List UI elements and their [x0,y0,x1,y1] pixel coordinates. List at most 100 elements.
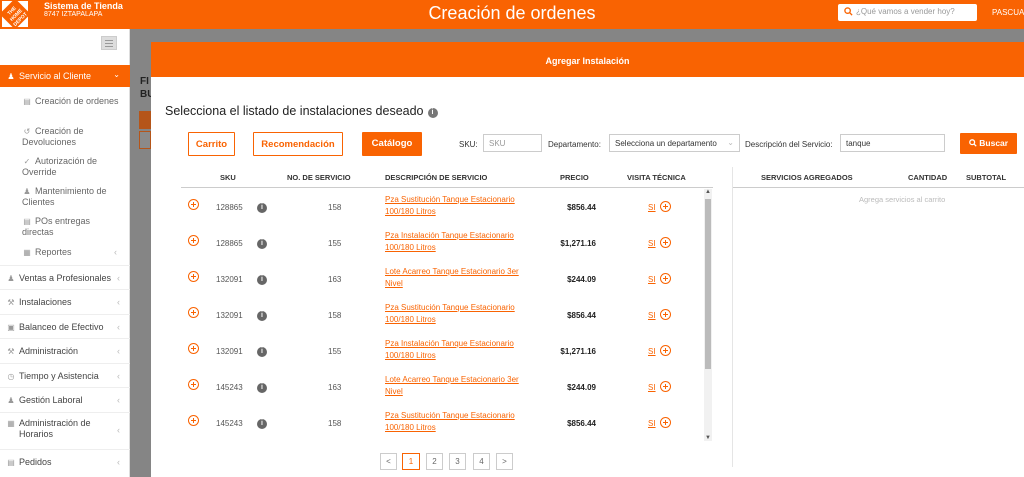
pagination-prev[interactable]: < [380,453,397,470]
info-icon[interactable]: i [257,383,267,393]
chevron-down-icon: ⌄ [727,138,734,147]
sidebar-item-tiempo[interactable]: ◷ Tiempo y Asistencia ‹ [0,363,130,387]
background-button [139,131,151,149]
add-to-cart-icon[interactable] [188,343,199,354]
pagination-page-4[interactable]: 4 [473,453,490,470]
column-header-precio: PRECIO [560,173,589,182]
service-number-cell: 163 [328,275,342,284]
visita-tecnica-link[interactable]: SI [648,275,656,284]
service-description-link[interactable]: Pza Sustitución Tanque Estacionario 100/… [385,302,530,326]
scrollbar-thumb[interactable] [705,199,711,369]
table-row: 145243 i 158 Pza Sustitución Tanque Estacio… [181,405,711,441]
add-to-cart-icon[interactable] [188,271,199,282]
add-visit-icon[interactable] [660,381,671,392]
price-cell: $856.44 [567,203,596,212]
service-description-link[interactable]: Lote Acarreo Tanque Estacionario 3er Niv… [385,374,530,398]
info-icon[interactable]: i [257,203,267,213]
table-row: 132091 i 158 Pza Sustitución Tanque Estacio… [181,297,711,333]
column-header-cantidad: CANTIDAD [908,173,948,182]
visita-tecnica-link[interactable]: SI [648,383,656,392]
menu-toggle-button[interactable] [101,36,117,50]
user-name[interactable]: PASCUAL [992,8,1024,17]
sidebar-subitem-clientes[interactable]: ♟ Mantenimiento de Clientes [22,186,122,208]
sidebar-item-servicio-al-cliente[interactable]: ♟ Servicio al Cliente ⌄ [0,65,130,87]
add-to-cart-icon[interactable] [188,415,199,426]
sku-input[interactable]: SKU [483,134,542,152]
catalogo-button[interactable]: Catálogo [362,132,422,156]
buscar-button[interactable]: Buscar [960,133,1017,154]
sidebar-subitem-pos[interactable]: ▤ POs entregas directas [22,216,122,238]
modal-subtitle: Selecciona el listado de instalaciones d… [165,104,438,118]
sidebar-subitem-label: POs entregas directas [22,216,91,237]
search-placeholder: ¿Qué vamos a vender hoy? [856,7,955,16]
visita-tecnica-link[interactable]: SI [648,347,656,356]
departamento-select-value: Selecciona un departamento [615,139,717,148]
sidebar-item-horarios[interactable]: ▦ Administración de Horarios ‹ [0,412,130,448]
departamento-select[interactable]: Selecciona un departamento ⌄ [609,134,740,152]
carrito-button[interactable]: Carrito [188,132,235,156]
sidebar-item-label: Instalaciones [19,297,72,307]
chevron-left-icon: ‹ [117,297,120,307]
table-scrollbar[interactable]: ▲ ▼ [704,189,712,441]
service-number-cell: 163 [328,383,342,392]
add-visit-icon[interactable] [660,417,671,428]
info-icon[interactable]: i [257,311,267,321]
sidebar-item-ventas[interactable]: ♟ Ventas a Profesionales ‹ [0,265,130,289]
buscar-label: Buscar [979,138,1009,148]
add-to-cart-icon[interactable] [188,235,199,246]
table-row: 128865 i 155 Pza Instalación Tanque Estacio… [181,225,711,261]
scroll-down-arrow[interactable]: ▼ [705,435,711,441]
background-button [139,111,151,129]
visita-tecnica-link[interactable]: SI [648,311,656,320]
service-description-link[interactable]: Pza Instalación Tanque Estacionario 100/… [385,230,530,254]
visita-tecnica-link[interactable]: SI [648,239,656,248]
sidebar-subitem-reportes[interactable]: ▦ Reportes ‹ [22,247,122,258]
pagination-page-1[interactable]: 1 [402,453,420,470]
add-visit-icon[interactable] [660,273,671,284]
person-icon: ♟ [23,187,31,196]
sidebar-subitem-override[interactable]: ✓ Autorización de Override [22,156,122,178]
add-to-cart-icon[interactable] [188,307,199,318]
service-description-link[interactable]: Pza Instalación Tanque Estacionario 100/… [385,338,530,362]
add-visit-icon[interactable] [660,201,671,212]
pagination-next[interactable]: > [496,453,513,470]
add-visit-icon[interactable] [660,345,671,356]
service-description-link[interactable]: Lote Acarreo Tanque Estacionario 3er Niv… [385,266,530,290]
scroll-up-arrow[interactable]: ▲ [705,189,711,195]
add-to-cart-icon[interactable] [188,199,199,210]
info-icon[interactable]: i [427,108,438,118]
sidebar-item-balanceo[interactable]: ▣ Balanceo de Efectivo ‹ [0,314,130,338]
sidebar-item-pedidos[interactable]: ▤ Pedidos ‹ [0,449,130,473]
sidebar-item-gestion[interactable]: ♟ Gestión Laboral ‹ [0,387,130,411]
visita-tecnica-link[interactable]: SI [648,419,656,428]
sidebar-item-label: Ventas a Profesionales [19,273,112,283]
sidebar-subitem-creacion-ordenes[interactable]: ▤ Creación de ordenes [22,96,122,107]
sidebar-item-administracion[interactable]: ⚒ Administración ‹ [0,338,130,362]
info-icon[interactable]: i [257,275,267,285]
service-description-link[interactable]: Pza Sustitución Tanque Estacionario 100/… [385,194,530,218]
sku-cell: 132091 [216,311,243,320]
cart-empty-message: Agrega servicios al carrito [859,195,946,204]
service-description-link[interactable]: Pza Sustitución Tanque Estacionario 100/… [385,410,530,434]
chevron-left-icon: ‹ [117,322,120,332]
return-icon: ↺ [23,127,31,136]
chevron-left-icon: ‹ [117,346,120,356]
global-search-input[interactable]: ¿Qué vamos a vender hoy? [838,4,977,21]
sku-label: SKU: [459,140,478,149]
info-icon[interactable]: i [257,347,267,357]
table-row: 132091 i 163 Lote Acarreo Tanque Estacionar… [181,261,711,297]
info-icon[interactable]: i [257,419,267,429]
pagination-page-2[interactable]: 2 [426,453,443,470]
add-visit-icon[interactable] [660,309,671,320]
pagination-page-3[interactable]: 3 [449,453,466,470]
add-to-cart-icon[interactable] [188,379,199,390]
recomendacion-button[interactable]: Recomendación [253,132,343,156]
add-installation-modal: Agregar Instalación Selecciona el listad… [151,42,1024,477]
visita-tecnica-link[interactable]: SI [648,203,656,212]
descripcion-input[interactable]: tanque [840,134,945,152]
sidebar-item-instalaciones[interactable]: ⚒ Instalaciones ‹ [0,289,130,313]
add-visit-icon[interactable] [660,237,671,248]
info-icon[interactable]: i [257,239,267,249]
chevron-left-icon: ‹ [114,247,117,257]
sidebar-subitem-devoluciones[interactable]: ↺ Creación de Devoluciones [22,126,122,148]
